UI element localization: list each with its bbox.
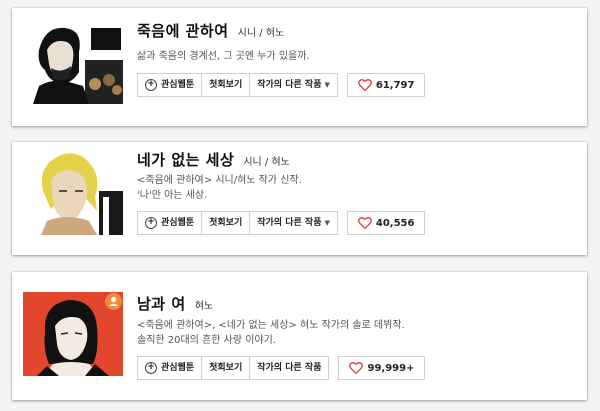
like-button[interactable]: 40,556 (346, 211, 426, 235)
action-row: + 관심웹툰 첫회보기 작가의 다른 작품 99,999+ (137, 356, 426, 380)
webtoon-authors: 시니 / 혀노 (243, 157, 290, 168)
heart-icon (357, 217, 372, 229)
first-episode-button[interactable]: 첫회보기 (202, 74, 251, 96)
interest-webtoon-button[interactable]: + 관심웹툰 (138, 212, 203, 234)
heart-icon (349, 362, 364, 374)
caret-down-icon: ▼ (324, 219, 330, 227)
like-count: 61,797 (375, 79, 415, 91)
webtoon-title[interactable]: 남과 여 (137, 295, 186, 313)
plus-circle-icon: + (145, 217, 157, 229)
other-works-button[interactable]: 작가의 다른 작품 ▼ (250, 212, 337, 234)
action-button-group: + 관심웹툰 첫회보기 작가의 다른 작품 ▼ (137, 73, 338, 97)
user-badge-icon (105, 293, 122, 310)
webtoon-card: 네가 없는 세상 시니 / 혀노 <죽음에 관하여> 시니/혀노 작가 신작. … (12, 142, 587, 255)
like-button[interactable]: 61,797 (346, 73, 426, 97)
webtoon-description: <죽음에 관하여> 시니/혀노 작가 신작. '나'만 아는 세상. (137, 175, 302, 201)
first-episode-button[interactable]: 첫회보기 (202, 357, 251, 379)
webtoon-description: <죽음에 관하여>, <네가 없는 세상> 혀노 작가의 솔로 데뷔작. 솔직한… (137, 320, 405, 346)
webtoon-authors: 시니 / 혀노 (237, 28, 285, 39)
like-button[interactable]: 99,999+ (338, 356, 426, 380)
webtoon-authors: 혀노 (194, 301, 214, 312)
plus-circle-icon: + (145, 79, 157, 91)
heart-icon (357, 79, 372, 91)
action-row: + 관심웹툰 첫회보기 작가의 다른 작품 ▼ 61,797 (137, 73, 426, 97)
webtoon-card: 죽음에 관하여 시니 / 혀노 삶과 죽음의 경계선, 그 곳엔 누가 있을까.… (12, 8, 587, 126)
action-button-group: + 관심웹툰 첫회보기 작가의 다른 작품 (137, 356, 330, 380)
other-works-button[interactable]: 작가의 다른 작품 ▼ (250, 74, 337, 96)
other-works-button[interactable]: 작가의 다른 작품 (250, 357, 328, 379)
webtoon-title[interactable]: 네가 없는 세상 (137, 151, 234, 169)
interest-webtoon-button[interactable]: + 관심웹툰 (138, 74, 203, 96)
action-row: + 관심웹툰 첫회보기 작가의 다른 작품 ▼ 40,556 (137, 211, 426, 235)
like-count: 99,999+ (367, 362, 415, 374)
first-episode-button[interactable]: 첫회보기 (202, 212, 251, 234)
interest-webtoon-button[interactable]: + 관심웹툰 (138, 357, 203, 379)
webtoon-card: 남과 여 혀노 <죽음에 관하여>, <네가 없는 세상> 혀노 작가의 솔로 … (12, 272, 587, 400)
caret-down-icon: ▼ (324, 81, 330, 89)
action-button-group: + 관심웹툰 첫회보기 작가의 다른 작품 ▼ (137, 211, 338, 235)
webtoon-title[interactable]: 죽음에 관하여 (137, 22, 229, 40)
plus-circle-icon: + (145, 362, 157, 374)
webtoon-description: 삶과 죽음의 경계선, 그 곳엔 누가 있을까. (137, 51, 310, 62)
thumbnail[interactable] (23, 151, 123, 235)
thumbnail[interactable] (23, 20, 123, 104)
like-count: 40,556 (375, 217, 415, 229)
